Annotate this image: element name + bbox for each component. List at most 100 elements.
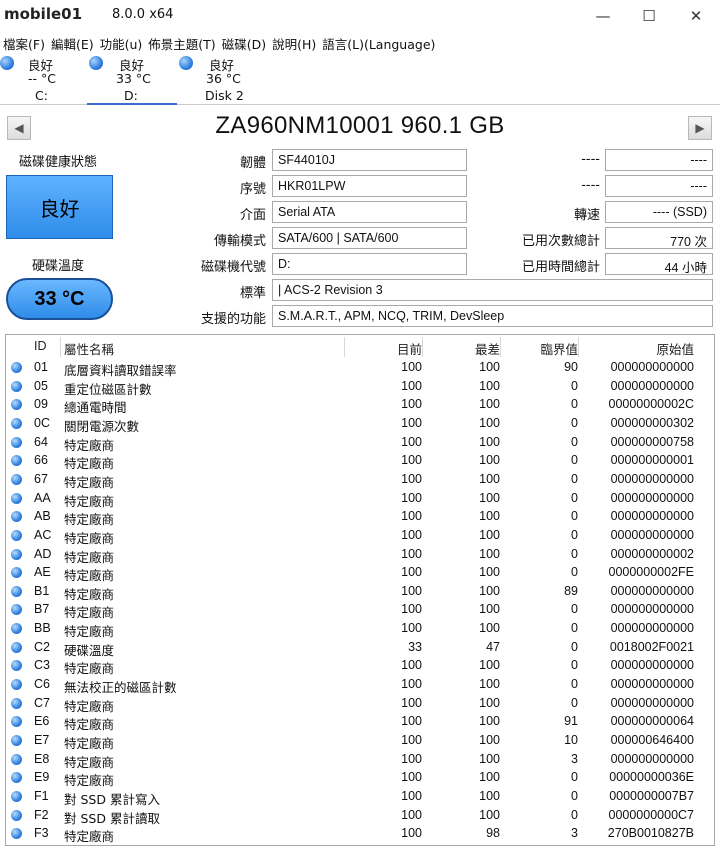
menu-edit[interactable]: 編輯(E) <box>48 32 97 52</box>
column-divider[interactable] <box>344 337 345 357</box>
table-row[interactable]: C6 無法校正的磁區計數 100 100 0 000000000000 <box>6 675 714 695</box>
column-divider[interactable] <box>60 337 61 357</box>
table-row[interactable]: 09 總通電時間 100 100 0 00000000002C <box>6 395 714 415</box>
worst-value: 100 <box>479 714 500 729</box>
attribute-id: F1 <box>34 788 49 803</box>
status-good-icon <box>89 56 103 70</box>
status-good-icon <box>11 809 22 821</box>
table-row[interactable]: C7 特定廠商 100 100 0 000000000000 <box>6 694 714 714</box>
attribute-id: AD <box>34 546 52 561</box>
column-divider[interactable] <box>500 337 501 357</box>
table-row[interactable]: 0C 關閉電源次數 100 100 0 000000000302 <box>6 414 714 434</box>
table-row[interactable]: F2 對 SSD 累計讀取 100 100 0 0000000000C7 <box>6 806 714 826</box>
header-raw-value[interactable]: 原始值 <box>656 339 694 358</box>
minimize-button[interactable]: — <box>580 0 626 32</box>
close-button[interactable]: ✕ <box>673 0 719 32</box>
table-row[interactable]: AE 特定廠商 100 100 0 0000000002FE <box>6 563 714 583</box>
menu-file[interactable]: 檔案(F) <box>0 32 48 52</box>
firmware-value: SF44010J <box>272 149 467 171</box>
column-divider[interactable] <box>578 337 579 357</box>
worst-value: 100 <box>479 378 500 393</box>
disk-tabs: 良好 -- °C C: 良好 33 °C D: 良好 36 °C Disk 2 <box>0 53 720 105</box>
table-row[interactable]: AD 特定廠商 100 100 0 000000000002 <box>6 545 714 565</box>
threshold-value: 0 <box>571 453 578 468</box>
disk-tab-c[interactable]: 良好 -- °C C: <box>0 53 86 105</box>
current-value: 100 <box>401 490 422 505</box>
column-divider[interactable] <box>422 337 423 357</box>
maximize-button[interactable]: ☐ <box>626 0 672 32</box>
table-row[interactable]: C3 特定廠商 100 100 0 000000000000 <box>6 656 714 676</box>
drive-letter-value: D: <box>272 253 467 275</box>
threshold-value: 0 <box>571 602 578 617</box>
raw-value: 000000000002 <box>610 546 694 561</box>
menu-function[interactable]: 功能(u) <box>97 32 146 52</box>
raw-value: 270B0010827B <box>607 826 694 841</box>
table-row[interactable]: E8 特定廠商 100 100 3 000000000000 <box>6 750 714 770</box>
threshold-value: 0 <box>571 565 578 580</box>
menu-disk[interactable]: 磁碟(D) <box>219 32 269 52</box>
disk-tab-d[interactable]: 良好 33 °C D: <box>87 53 177 105</box>
features-value: S.M.A.R.T., APM, NCQ, TRIM, DevSleep <box>272 305 713 327</box>
disk-tab-2[interactable]: 良好 36 °C Disk 2 <box>177 53 267 105</box>
table-row[interactable]: AC 特定廠商 100 100 0 000000000000 <box>6 526 714 546</box>
header-worst[interactable]: 最差 <box>475 339 500 358</box>
threshold-value: 0 <box>571 677 578 692</box>
menu-language[interactable]: 語言(L)(Language) <box>319 32 438 52</box>
menu-bar: 檔案(F) 編輯(E) 功能(u) 佈景主題(T) 磁碟(D) 說明(H) 語言… <box>0 32 720 52</box>
arrow-right-icon: ▶ <box>695 121 705 135</box>
header-id[interactable]: ID <box>34 339 47 353</box>
unknown-label-1: ---- <box>581 152 600 167</box>
disk-name: Disk 2 <box>205 88 244 103</box>
temperature-badge[interactable]: 33 °C <box>6 278 113 320</box>
table-row[interactable]: BB 特定廠商 100 100 0 000000000000 <box>6 619 714 639</box>
menu-help[interactable]: 說明(H) <box>269 32 319 52</box>
table-header: ID 屬性名稱 目前 最差 臨界值 原始值 <box>6 337 714 357</box>
table-row[interactable]: 01 底層資料讀取錯誤率 100 100 90 000000000000 <box>6 358 714 378</box>
smart-table[interactable]: ID 屬性名稱 目前 最差 臨界值 原始值 01 底層資料讀取錯誤率 100 100 9… <box>5 334 715 846</box>
disk-name: C: <box>35 88 48 103</box>
table-row[interactable]: 05 重定位磁區計數 100 100 0 000000000000 <box>6 377 714 397</box>
table-row[interactable]: AB 特定廠商 100 100 0 000000000000 <box>6 507 714 527</box>
raw-value: 0000000007B7 <box>609 788 694 803</box>
table-row[interactable]: 66 特定廠商 100 100 0 000000000001 <box>6 451 714 471</box>
attribute-id: C6 <box>34 677 50 692</box>
worst-value: 47 <box>486 639 500 654</box>
attribute-id: 67 <box>34 471 48 486</box>
current-value: 100 <box>401 621 422 636</box>
current-value: 100 <box>401 807 422 822</box>
table-row[interactable]: F3 特定廠商 100 98 3 270B0010827B <box>6 824 714 844</box>
raw-value: 000000000000 <box>610 378 694 393</box>
threshold-value: 0 <box>571 415 578 430</box>
status-good-icon <box>11 529 22 541</box>
status-good-icon <box>11 473 22 485</box>
table-row[interactable]: E9 特定廠商 100 100 0 00000000036E <box>6 768 714 788</box>
table-row[interactable]: E6 特定廠商 100 100 91 000000000064 <box>6 712 714 732</box>
next-disk-button[interactable]: ▶ <box>688 116 712 140</box>
current-value: 100 <box>401 360 422 374</box>
table-row[interactable]: E7 特定廠商 100 100 10 000000646400 <box>6 731 714 751</box>
serial-value: HKR01LPW <box>272 175 467 197</box>
status-good-icon <box>11 623 22 635</box>
status-good-icon <box>11 604 22 616</box>
attribute-id: 09 <box>34 397 48 412</box>
status-good-icon <box>11 716 22 728</box>
standard-label: 標準 <box>239 286 266 301</box>
health-status-badge[interactable]: 良好 <box>6 175 113 239</box>
attribute-id: C3 <box>34 658 50 673</box>
threshold-value: 0 <box>571 695 578 710</box>
disk-name: D: <box>124 88 138 103</box>
header-current[interactable]: 目前 <box>397 339 422 358</box>
table-row[interactable]: 64 特定廠商 100 100 0 000000000758 <box>6 433 714 453</box>
header-attribute-name[interactable]: 屬性名稱 <box>64 339 114 358</box>
table-row[interactable]: B1 特定廠商 100 100 89 000000000000 <box>6 582 714 602</box>
table-row[interactable]: C2 硬碟溫度 33 47 0 0018002F0021 <box>6 638 714 658</box>
table-row[interactable]: B7 特定廠商 100 100 0 000000000000 <box>6 600 714 620</box>
table-row[interactable]: 67 特定廠商 100 100 0 000000000000 <box>6 470 714 490</box>
header-threshold[interactable]: 臨界值 <box>540 339 578 358</box>
status-good-icon <box>11 679 22 691</box>
table-row[interactable]: AA 特定廠商 100 100 0 000000000000 <box>6 489 714 509</box>
menu-theme[interactable]: 佈景主題(T) <box>145 32 218 52</box>
table-row[interactable]: F1 對 SSD 累計寫入 100 100 0 0000000007B7 <box>6 787 714 807</box>
raw-value: 000000000302 <box>610 415 694 430</box>
threshold-value: 91 <box>564 714 578 729</box>
